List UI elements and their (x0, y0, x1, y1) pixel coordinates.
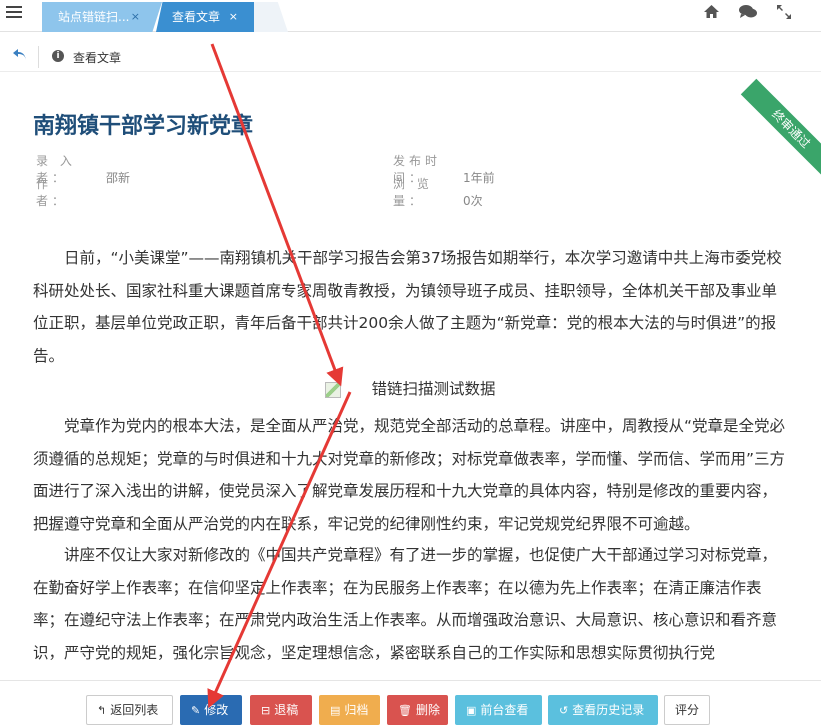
menu-icon[interactable] (6, 6, 22, 20)
reject-button[interactable]: ⊟ 退稿 (250, 695, 312, 725)
chat-icon[interactable] (738, 4, 758, 19)
article-panel: 终审通过 南翔镇干部学习新党章 录 入 者： 邵新 作 者： 发布时间： 1年前 浏… (0, 72, 821, 680)
button-label: 归档 (344, 703, 369, 717)
broken-image-icon (325, 381, 342, 398)
archive-icon: ▤ (330, 704, 341, 717)
meta-label: 浏 览 量： (393, 177, 433, 208)
tab-link-scan[interactable]: 站点错链扫... × (42, 2, 162, 32)
info-icon: i (52, 50, 64, 62)
edit-icon: ✎ (191, 704, 201, 717)
reject-icon: ⊟ (261, 704, 271, 717)
article-paragraph: 讲座不仅让大家对新修改的《中国共产党章程》有了进一步的掌握，也促使广大干部通过学… (33, 546, 778, 662)
tab-new[interactable] (254, 2, 288, 32)
button-label: 修改 (204, 703, 229, 717)
back-icon: ↰ (97, 704, 107, 717)
home-icon[interactable] (703, 4, 720, 19)
meta-value: 0次 (463, 194, 483, 208)
history-button[interactable]: ↺ 查看历史记录 (548, 695, 658, 725)
article-paragraph: 党章作为党内的根本大法，是全面从严治党，规范党全部活动的总章程。讲座中，周教授从… (33, 417, 786, 533)
button-label: 退稿 (274, 703, 299, 717)
tab-label: 站点错链扫... (58, 10, 130, 24)
button-label: 返回列表 (110, 703, 159, 717)
history-icon: ↺ (559, 704, 569, 717)
button-label: 评分 (675, 703, 700, 717)
back-icon[interactable] (12, 48, 28, 62)
close-icon[interactable]: × (229, 2, 238, 32)
delete-button[interactable]: 🗑 删除 (387, 695, 448, 725)
button-label: 前台查看 (480, 703, 529, 717)
article-image: 错链扫描测试数据 (0, 377, 821, 399)
rate-button[interactable]: 评分 (664, 695, 710, 725)
meta-label: 作 者： (36, 177, 85, 208)
page-title: 南翔镇干部学习新党章 (33, 114, 254, 139)
meta-value: 邵新 (106, 171, 131, 185)
button-label: 删除 (415, 703, 440, 717)
article-paragraph: 日前，“小美课堂”——南翔镇机关干部学习报告会第37场报告如期举行，本次学习邀请… (33, 249, 782, 365)
meta-views: 浏 览 量： 0次 (393, 175, 483, 209)
tab-label: 查看文章 (172, 10, 221, 24)
trash-icon: 🗑 (398, 704, 412, 717)
back-to-list-button[interactable]: ↰ 返回列表 (86, 695, 173, 725)
tab-view-article[interactable]: 查看文章 × (156, 2, 264, 32)
meta-author: 作 者： (36, 175, 106, 209)
monitor-icon: ▣ (466, 704, 477, 717)
fullscreen-icon[interactable] (776, 4, 792, 20)
front-view-button[interactable]: ▣ 前台查看 (455, 695, 542, 725)
status-badge: 终审通过 (740, 78, 821, 180)
button-label: 查看历史记录 (572, 703, 645, 717)
close-icon[interactable]: × (131, 2, 140, 32)
divider (38, 46, 39, 68)
archive-button[interactable]: ▤ 归档 (319, 695, 380, 725)
breadcrumb-label: 查看文章 (73, 51, 122, 65)
image-alt-text: 错链扫描测试数据 (371, 380, 496, 398)
action-toolbar: ↰ 返回列表 ✎ 修改 ⊟ 退稿 ▤ 归档 🗑 删除 ▣ 前台查看 ↺ 查看历史记录 评分 (0, 680, 821, 727)
edit-button[interactable]: ✎ 修改 (180, 695, 242, 725)
breadcrumb: i 查看文章 (0, 42, 821, 72)
tab-bar: 站点错链扫... × 查看文章 × (0, 0, 821, 32)
